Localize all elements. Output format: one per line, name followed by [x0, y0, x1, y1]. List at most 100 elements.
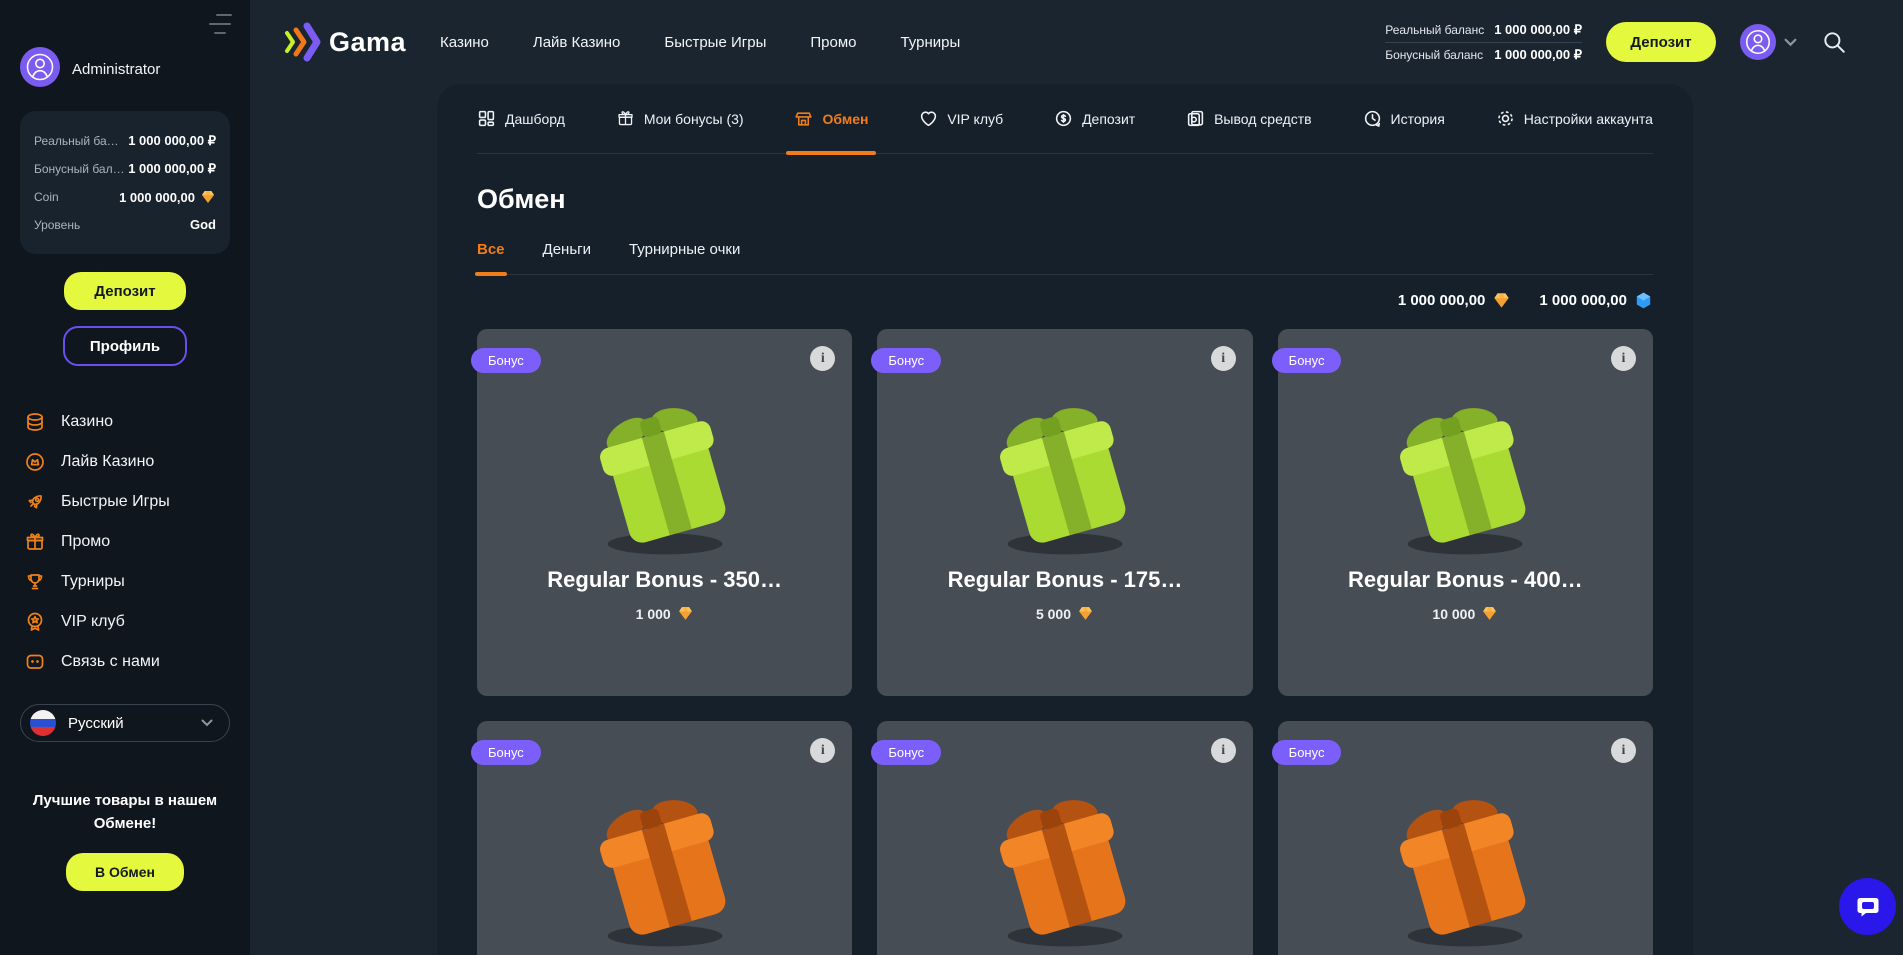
top-nav-live-casino[interactable]: Лайв Казино [533, 34, 621, 51]
topbar: Gama Казино Лайв Казино Быстрые Игры Про… [250, 0, 1903, 84]
account-panel: Дашборд Мои бонусы (3) Обмен VIP клуб Де… [437, 84, 1693, 955]
info-icon[interactable]: i [1211, 738, 1236, 763]
bonus-badge: Бонус [471, 740, 541, 765]
sidebar-item-promo[interactable]: Промо [20, 522, 230, 562]
sidebar-item-label: VIP клуб [61, 613, 125, 631]
bonus-balance-label: Бонусный бал… [34, 162, 125, 176]
withdraw-icon [1186, 109, 1205, 128]
chat-bubble-icon [1854, 893, 1882, 921]
bonus-badge: Бонус [1272, 740, 1342, 765]
real-balance-value: 1 000 000,00 ₽ [128, 133, 216, 149]
support-chat-button[interactable] [1839, 878, 1896, 935]
tab-label: Депозит [1082, 111, 1135, 127]
card-title: Regular Bonus - 400… [1278, 567, 1653, 593]
coin-balance-value: 1 000 000,00 [119, 190, 195, 205]
tab-dashboard[interactable]: Дашборд [477, 84, 565, 153]
tab-history[interactable]: История [1363, 84, 1445, 153]
tab-account-settings[interactable]: Настройки аккаунта [1496, 84, 1653, 153]
chat-icon [24, 651, 46, 673]
sidebar-item-vip-club[interactable]: VIP клуб [20, 602, 230, 642]
filter-all[interactable]: Все [477, 241, 505, 274]
logo[interactable]: Gama [283, 22, 406, 62]
tab-my-bonuses[interactable]: Мои бонусы (3) [616, 84, 744, 153]
bonus-badge: Бонус [871, 348, 941, 373]
tab-withdraw[interactable]: Вывод средств [1186, 84, 1312, 153]
sidebar-user[interactable]: Administrator [20, 47, 230, 91]
sidebar-item-tournaments[interactable]: Турниры [20, 562, 230, 602]
tab-vip-club[interactable]: VIP клуб [919, 84, 1003, 153]
gem-orange-icon [1077, 605, 1094, 622]
sidebar-item-live-casino[interactable]: Лайв Казино [20, 442, 230, 482]
shop-link-button[interactable]: В Обмен [66, 853, 184, 891]
history-icon [1363, 109, 1382, 128]
bonus-card[interactable]: Бонус i Regular Bonus - 175… 5 000 [877, 329, 1252, 696]
sidebar-profile-button[interactable]: Профиль [63, 326, 187, 366]
bonus-card[interactable]: Бонус i Regular Bonus - 350… 1 000 [477, 329, 852, 696]
logo-text: Gama [329, 27, 406, 58]
tab-label: VIP клуб [947, 111, 1003, 127]
account-menu[interactable] [1740, 24, 1797, 60]
trophy-icon [24, 571, 46, 593]
gift-icon [616, 109, 635, 128]
sidebar-item-casino[interactable]: Казино [20, 402, 230, 442]
info-icon[interactable]: i [810, 738, 835, 763]
wallet-points: 1 000 000,00 [1539, 291, 1653, 310]
gem-orange-icon [200, 189, 216, 205]
filter-money[interactable]: Деньги [543, 241, 591, 274]
sidebar-item-label: Лайв Казино [61, 453, 154, 471]
sidebar-item-label: Казино [61, 413, 113, 431]
filter-tournament-points[interactable]: Турнирные очки [629, 241, 740, 274]
info-icon[interactable]: i [1211, 346, 1236, 371]
sidebar-toggle-icon[interactable] [208, 14, 232, 34]
level-label: Уровень [34, 218, 80, 232]
bonus-balance-label: Бонусный баланс [1385, 48, 1483, 62]
search-button[interactable] [1821, 29, 1847, 55]
user-avatar-icon [20, 47, 60, 91]
wallet-coins: 1 000 000,00 [1398, 291, 1512, 310]
live-casino-icon [24, 451, 46, 473]
casino-chips-icon [24, 411, 46, 433]
tab-label: Дашборд [505, 111, 565, 127]
language-selector[interactable]: Русский [20, 704, 230, 742]
sidebar-item-label: Связь с нами [61, 653, 160, 671]
bonus-badge: Бонус [1272, 348, 1342, 373]
wallet-coins-value: 1 000 000,00 [1398, 292, 1486, 309]
russia-flag-icon [30, 710, 56, 736]
bonus-card[interactable]: Бонус i [877, 721, 1252, 955]
page-title: Обмен [477, 184, 1653, 215]
shop-filters: Все Деньги Турнирные очки [477, 241, 1653, 275]
top-nav-fast-games[interactable]: Быстрые Игры [664, 34, 766, 51]
bonus-card[interactable]: Бонус i [1278, 721, 1653, 955]
header-deposit-button[interactable]: Депозит [1606, 22, 1716, 62]
tab-shop[interactable]: Обмен [794, 84, 868, 153]
tab-label: Обмен [822, 111, 868, 127]
tab-label: Настройки аккаунта [1524, 111, 1653, 127]
sidebar-item-fast-games[interactable]: Быстрые Игры [20, 482, 230, 522]
sidebar-deposit-button[interactable]: Депозит [64, 272, 186, 310]
info-icon[interactable]: i [1611, 346, 1636, 371]
gift-box-image [965, 783, 1165, 955]
info-icon[interactable]: i [1611, 738, 1636, 763]
username: Administrator [72, 61, 160, 78]
gift-box-image [965, 391, 1165, 563]
bonus-balance-row: Бонусный бал… 1 000 000,00 ₽ [34, 155, 216, 183]
coin-balance-row: Coin 1 000 000,00 [34, 183, 216, 211]
top-nav-promo[interactable]: Промо [810, 34, 856, 51]
search-icon [1821, 29, 1847, 55]
tab-deposit[interactable]: Депозит [1054, 84, 1135, 153]
top-nav-casino[interactable]: Казино [440, 34, 489, 51]
tab-label: Мои бонусы (3) [644, 111, 744, 127]
bonus-card[interactable]: Бонус i [477, 721, 852, 955]
top-nav-tournaments[interactable]: Турниры [900, 34, 960, 51]
gift-box-image [1365, 391, 1565, 563]
card-price-value: 1 000 [636, 606, 671, 622]
account-tabs: Дашборд Мои бонусы (3) Обмен VIP клуб Де… [477, 84, 1653, 154]
bonus-card[interactable]: Бонус i Regular Bonus - 400… 10 000 [1278, 329, 1653, 696]
sidebar-item-contact[interactable]: Связь с нами [20, 642, 230, 682]
shop-icon [794, 109, 813, 128]
header-bonus-balance: Бонусный баланс 1 000 000,00 ₽ [1385, 43, 1582, 67]
info-icon[interactable]: i [810, 346, 835, 371]
sidebar: Administrator Реальный ба… 1 000 000,00 … [0, 0, 250, 955]
gift-icon [24, 531, 46, 553]
gift-box-image [565, 783, 765, 955]
